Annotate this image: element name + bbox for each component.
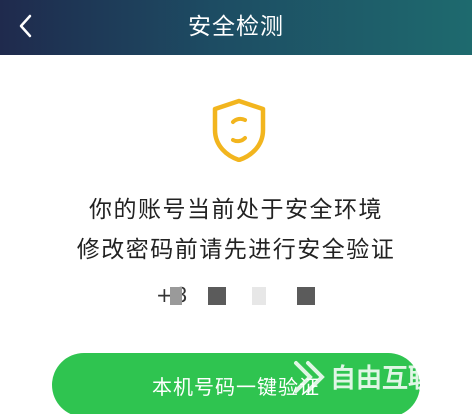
svg-text:自由互联: 自由互联: [330, 363, 434, 394]
mask-block: [297, 287, 315, 305]
security-status-text: 你的账号当前处于安全环境: [89, 197, 383, 223]
mask-block: [170, 287, 182, 305]
masked-phone-number: +8: [0, 283, 472, 309]
security-check-screen: 安全检测 你的账号当前处于安全环境 修改密码前请先进行安全验证 +8 本机号码一…: [0, 0, 472, 414]
verification-hint-text: 修改密码前请先进行安全验证: [76, 237, 396, 263]
shield-icon: [212, 98, 266, 162]
watermark-logo: 自由互联: [294, 361, 434, 394]
mask-block: [252, 287, 266, 305]
page-title: 安全检测: [188, 14, 284, 40]
nav-bar: 安全检测: [0, 0, 472, 55]
mask-block: [208, 287, 226, 305]
